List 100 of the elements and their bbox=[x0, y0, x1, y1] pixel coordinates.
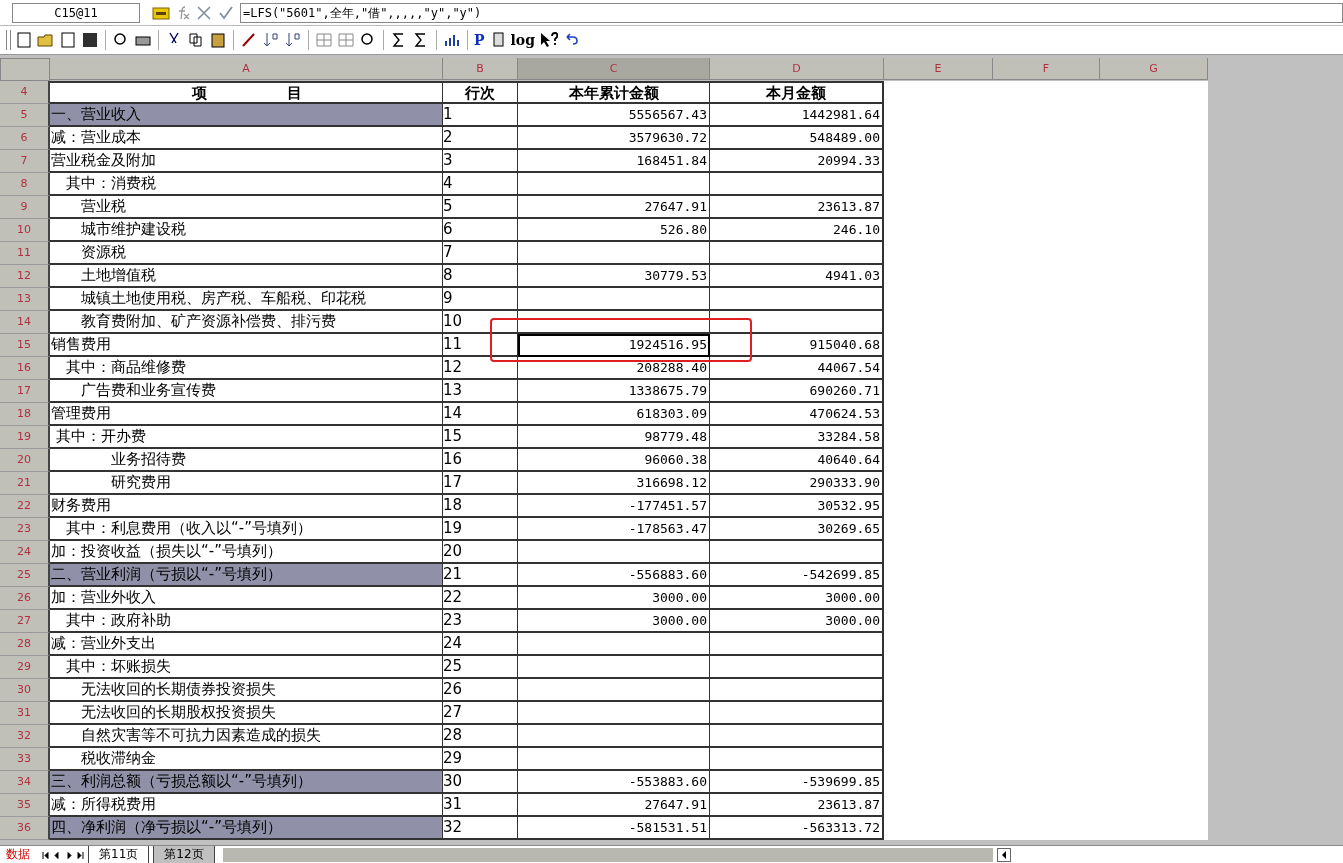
row-header[interactable]: 6 bbox=[0, 127, 50, 150]
copy-icon[interactable] bbox=[187, 31, 205, 49]
formula-field[interactable]: =LFS("5601",全年,"借",,,,,"y","y") bbox=[240, 2, 1343, 23]
row-header[interactable]: 33 bbox=[0, 748, 50, 771]
row-header[interactable]: 35 bbox=[0, 794, 50, 817]
table-cell: 32 bbox=[443, 817, 518, 840]
row-header[interactable]: 23 bbox=[0, 518, 50, 541]
table-cell[interactable]: 1338675.79 bbox=[518, 380, 710, 403]
scrollbar[interactable] bbox=[222, 847, 993, 862]
row-header[interactable]: 14 bbox=[0, 311, 50, 334]
function-wizard-icon[interactable] bbox=[152, 5, 170, 20]
p-icon[interactable]: P bbox=[474, 32, 485, 48]
table-cell[interactable]: 3000.00 bbox=[518, 610, 710, 633]
table-cell[interactable]: 526.80 bbox=[518, 219, 710, 242]
row-header[interactable]: 30 bbox=[0, 679, 50, 702]
column-header[interactable]: G bbox=[1100, 58, 1208, 80]
table-cell: 4941.03 bbox=[710, 265, 884, 288]
column-header[interactable]: C bbox=[518, 58, 710, 80]
table-cell: 27 bbox=[443, 702, 518, 725]
table-cell: 30 bbox=[443, 771, 518, 794]
sort-down-icon[interactable] bbox=[262, 31, 280, 49]
table-cell[interactable]: 30779.53 bbox=[518, 265, 710, 288]
confirm-icon[interactable] bbox=[218, 4, 234, 21]
row-header[interactable]: 32 bbox=[0, 725, 50, 748]
row-header[interactable]: 15 bbox=[0, 334, 50, 357]
help-pointer-icon[interactable] bbox=[539, 31, 559, 49]
sheet-tab[interactable]: 第12页 bbox=[153, 845, 215, 863]
table-cell: 12 bbox=[443, 357, 518, 380]
row-header[interactable]: 22 bbox=[0, 495, 50, 518]
table-cell[interactable]: 3579630.72 bbox=[518, 127, 710, 150]
table-cell[interactable]: 1924516.95 bbox=[518, 334, 710, 357]
table-cell: 加：投资收益（损失以“-”号填列） bbox=[50, 541, 443, 564]
table-cell[interactable]: 618303.09 bbox=[518, 403, 710, 426]
document-icon[interactable] bbox=[59, 31, 77, 49]
sheet-tab[interactable]: 第11页 bbox=[88, 845, 150, 863]
new-file-icon[interactable] bbox=[15, 31, 33, 49]
table-cell: 20994.33 bbox=[710, 150, 884, 173]
table-cell[interactable]: 208288.40 bbox=[518, 357, 710, 380]
table-cell: 2 bbox=[443, 127, 518, 150]
row-header[interactable]: 36 bbox=[0, 817, 50, 840]
row-header[interactable]: 10 bbox=[0, 219, 50, 242]
row-header[interactable]: 25 bbox=[0, 564, 50, 587]
table-cell[interactable]: -178563.47 bbox=[518, 518, 710, 541]
column-header[interactable]: D bbox=[710, 58, 884, 80]
row-header[interactable]: 29 bbox=[0, 656, 50, 679]
log-icon[interactable]: log bbox=[510, 32, 535, 48]
column-title: 目 bbox=[286, 83, 302, 102]
row-header[interactable]: 19 bbox=[0, 426, 50, 449]
row-header[interactable]: 8 bbox=[0, 173, 50, 196]
table-cell: 11 bbox=[443, 334, 518, 357]
column-header[interactable]: F bbox=[993, 58, 1100, 80]
row-header[interactable]: 24 bbox=[0, 541, 50, 564]
column-header[interactable]: A bbox=[50, 58, 443, 80]
row-header[interactable]: 4 bbox=[0, 81, 50, 104]
grid-dotted-icon[interactable] bbox=[337, 31, 355, 49]
row-header[interactable]: 16 bbox=[0, 357, 50, 380]
row-header[interactable]: 17 bbox=[0, 380, 50, 403]
corner-cell[interactable] bbox=[0, 58, 50, 81]
table-cell: 6 bbox=[443, 219, 518, 242]
row-header[interactable]: 28 bbox=[0, 633, 50, 656]
column-header[interactable]: B bbox=[443, 58, 518, 80]
table-cell[interactable]: 5556567.43 bbox=[518, 104, 710, 127]
table-cell[interactable]: 98779.48 bbox=[518, 426, 710, 449]
table-cell[interactable]: -556883.60 bbox=[518, 564, 710, 587]
table-cell: 其中：商品维修费 bbox=[50, 357, 443, 380]
table-cell[interactable]: -581531.51 bbox=[518, 817, 710, 840]
table-cell[interactable]: -553883.60 bbox=[518, 771, 710, 794]
row-header[interactable]: 11 bbox=[0, 242, 50, 265]
table-cell: 其中：利息费用（收入以“-”号填列） bbox=[50, 518, 443, 541]
table-cell[interactable]: 3000.00 bbox=[518, 587, 710, 610]
save-icon[interactable] bbox=[81, 31, 99, 49]
column-header[interactable]: E bbox=[884, 58, 993, 80]
sort-icon[interactable] bbox=[284, 31, 302, 49]
table-cell: 城镇土地使用税、房产税、车船税、印花税 bbox=[50, 288, 443, 311]
table-cell[interactable]: 316698.12 bbox=[518, 472, 710, 495]
row-header[interactable]: 13 bbox=[0, 288, 50, 311]
row-header[interactable]: 26 bbox=[0, 587, 50, 610]
cancel-icon[interactable] bbox=[196, 4, 212, 21]
row-header[interactable]: 20 bbox=[0, 449, 50, 472]
row-header[interactable]: 21 bbox=[0, 472, 50, 495]
row-header[interactable]: 18 bbox=[0, 403, 50, 426]
fx-icon[interactable] bbox=[176, 5, 190, 20]
table-cell[interactable]: 96060.38 bbox=[518, 449, 710, 472]
row-header[interactable]: 5 bbox=[0, 104, 50, 127]
table-cell: 减：营业成本 bbox=[50, 127, 443, 150]
cell-reference-field[interactable]: C15@11 bbox=[12, 2, 140, 23]
row-header[interactable]: 27 bbox=[0, 610, 50, 633]
table-cell[interactable]: 27647.91 bbox=[518, 794, 710, 817]
table-cell: 其中：消费税 bbox=[50, 173, 443, 196]
scroll-left-button[interactable] bbox=[996, 847, 1011, 862]
row-header[interactable]: 12 bbox=[0, 265, 50, 288]
row-header[interactable]: 7 bbox=[0, 150, 50, 173]
table-cell: 246.10 bbox=[710, 219, 884, 242]
row-header[interactable]: 31 bbox=[0, 702, 50, 725]
open-folder-icon[interactable] bbox=[37, 31, 55, 49]
row-header[interactable]: 9 bbox=[0, 196, 50, 219]
table-cell[interactable]: -177451.57 bbox=[518, 495, 710, 518]
table-cell[interactable]: 168451.84 bbox=[518, 150, 710, 173]
row-header[interactable]: 34 bbox=[0, 771, 50, 794]
table-cell[interactable]: 27647.91 bbox=[518, 196, 710, 219]
